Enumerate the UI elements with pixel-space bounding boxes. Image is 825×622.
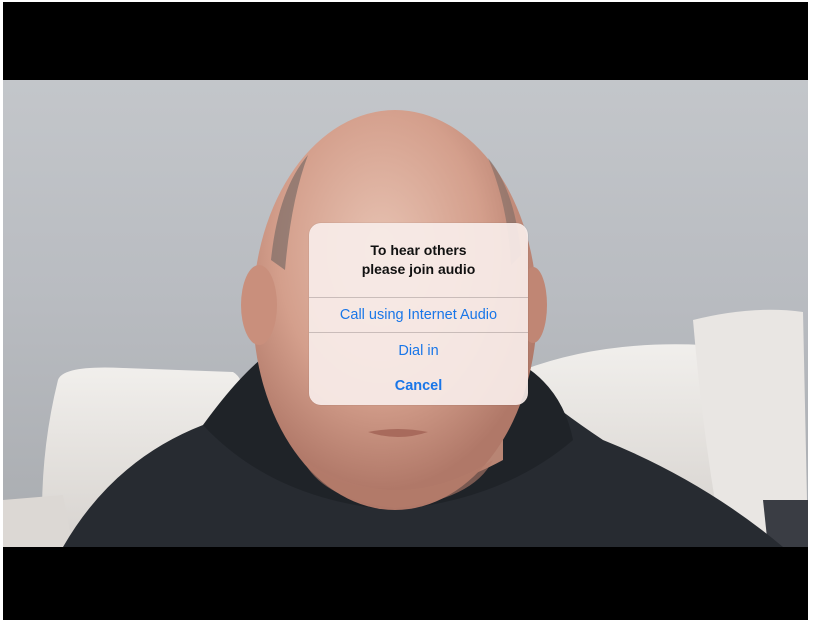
alert-divider [309, 297, 528, 298]
alert-title-line-1: To hear others [370, 242, 467, 258]
join-audio-alert: To hear others please join audio Call us… [309, 223, 528, 405]
cancel-button[interactable]: Cancel [309, 378, 528, 394]
call-internet-audio-button[interactable]: Call using Internet Audio [309, 307, 528, 323]
dial-in-button[interactable]: Dial in [309, 343, 528, 359]
alert-title: To hear others please join audio [319, 241, 518, 279]
alert-divider [309, 332, 528, 333]
alert-title-line-2: please join audio [361, 261, 476, 277]
video-call-screen: To hear others please join audio Call us… [3, 2, 808, 620]
